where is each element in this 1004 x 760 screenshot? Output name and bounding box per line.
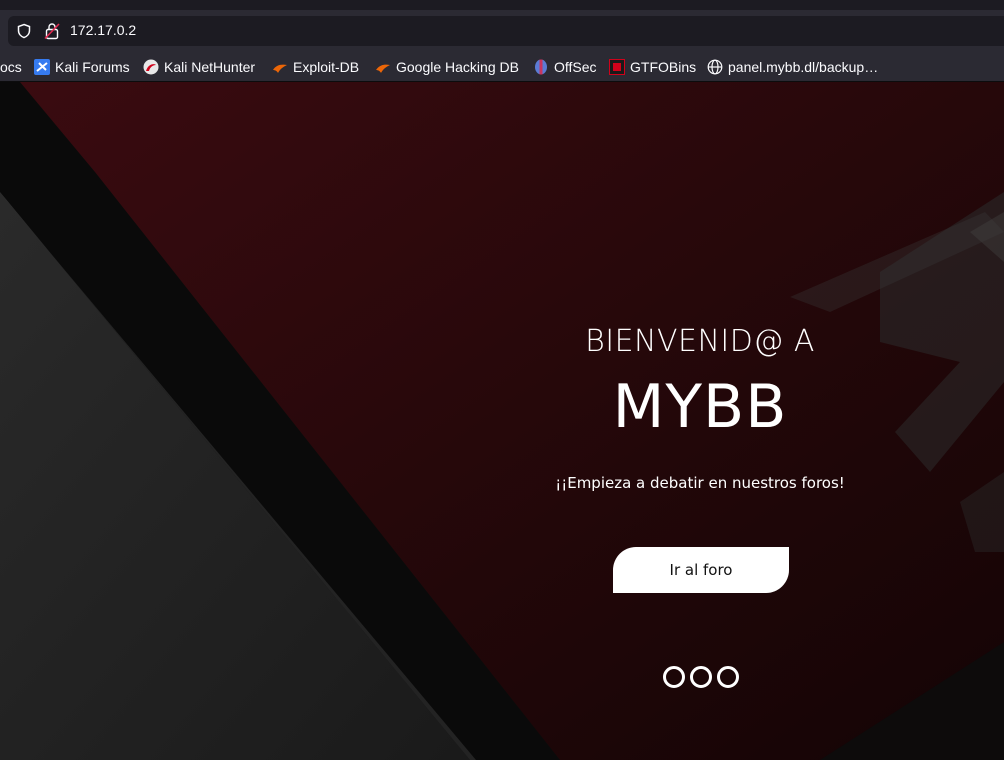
browser-toolbar: 172.17.0.2 <box>0 10 1004 53</box>
bookmarks-toolbar: ocs Kali Forums Kali NetHunter Exploit-D… <box>0 53 1004 82</box>
kali-forums-icon <box>34 59 50 75</box>
bookmark-label: GTFOBins <box>630 59 697 75</box>
offsec-icon <box>535 59 547 75</box>
bookmark-label: panel.mybb.dl/backup… <box>728 59 879 75</box>
slider-dot-2[interactable] <box>690 666 712 688</box>
bookmark-kali-nethunter[interactable]: Kali NetHunter <box>143 58 255 76</box>
browser-title-strip <box>0 0 1004 10</box>
bookmark-label: Exploit-DB <box>293 59 360 75</box>
bookmark-label: Kali NetHunter <box>164 59 256 75</box>
slider-pagination <box>663 666 739 688</box>
hero-brand-title: MYBB <box>612 372 788 442</box>
hero-slider: BIENVENID@ A MYBB ¡¡Empieza a debatir en… <box>0 82 1004 760</box>
bookmark-kali-forums[interactable]: Kali Forums <box>34 58 130 76</box>
hero-tagline: ¡¡Empieza a debatir en nuestros foros! <box>555 474 845 492</box>
bookmark-label: ocs <box>0 59 22 75</box>
bookmark-exploit-db[interactable]: Exploit-DB <box>272 58 359 76</box>
shield-icon[interactable] <box>16 23 32 39</box>
bookmark-gtfobins[interactable]: GTFOBins <box>609 58 696 76</box>
ghdb-icon <box>376 64 390 73</box>
exploit-db-icon <box>273 64 287 73</box>
bookmark-offsec[interactable]: OffSec <box>533 58 597 76</box>
kali-nethunter-icon <box>143 59 159 75</box>
bookmark-label: OffSec <box>554 59 597 75</box>
bookmark-docs[interactable]: ocs <box>0 58 22 76</box>
bookmark-ghdb[interactable]: Google Hacking DB <box>375 58 519 76</box>
globe-icon <box>707 59 723 75</box>
bookmark-panel-backup[interactable]: panel.mybb.dl/backup… <box>707 58 878 76</box>
slider-dot-1[interactable] <box>663 666 685 688</box>
hero-content: BIENVENID@ A MYBB ¡¡Empieza a debatir en… <box>0 82 1004 760</box>
gtfobins-icon <box>609 59 625 75</box>
slider-dot-3[interactable] <box>717 666 739 688</box>
hero-welcome-heading: BIENVENID@ A <box>585 324 815 359</box>
go-to-forum-button[interactable]: Ir al foro <box>613 547 789 593</box>
insecure-lock-icon[interactable] <box>44 22 60 40</box>
bookmark-label: Google Hacking DB <box>396 59 519 75</box>
bookmark-label: Kali Forums <box>55 59 130 75</box>
address-bar[interactable]: 172.17.0.2 <box>8 16 1004 46</box>
url-text[interactable]: 172.17.0.2 <box>70 22 136 38</box>
